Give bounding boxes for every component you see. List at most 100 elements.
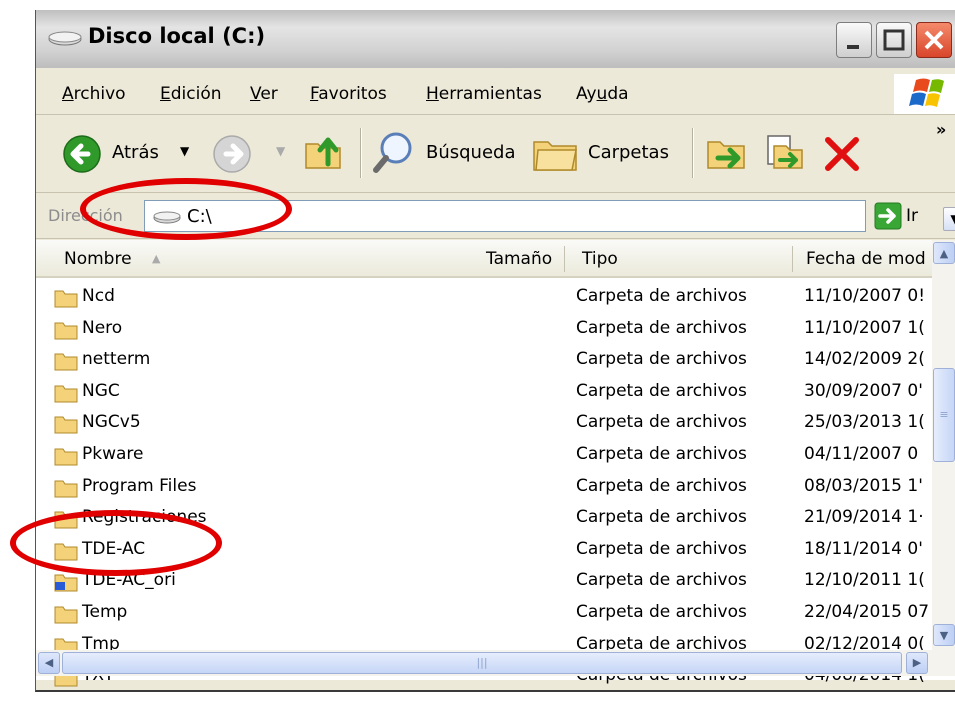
scroll-down-button[interactable]: ▼ (933, 624, 955, 646)
file-name[interactable]: Temp (82, 602, 127, 622)
file-type: Carpeta de archivos (576, 444, 747, 464)
menu-bar: Archivo Edición Ver Favoritos Herramient… (36, 70, 955, 115)
column-date[interactable]: Fecha de mod (806, 249, 930, 269)
minimize-icon (847, 45, 859, 49)
menu-ver[interactable]: Ver (250, 84, 278, 104)
folder-icon (54, 290, 78, 308)
folder-icon (54, 322, 78, 340)
file-date: 14/02/2009 2( (804, 349, 925, 370)
minimize-button[interactable] (836, 22, 872, 58)
address-input[interactable]: C:\ ▼ (144, 200, 955, 232)
file-name[interactable]: NGC (82, 381, 120, 401)
file-name[interactable]: netterm (82, 349, 150, 369)
file-name[interactable]: Pkware (82, 444, 144, 464)
forward-dropdown-icon[interactable]: ▼ (276, 144, 285, 158)
go-button-label[interactable]: Ir (906, 206, 918, 226)
toolbar-separator (692, 128, 694, 178)
file-name[interactable]: Registraciones (82, 507, 207, 527)
folder-icon (54, 543, 78, 561)
toolbar-overflow-chevron[interactable]: » (936, 120, 946, 139)
file-type: Carpeta de archivos (576, 380, 747, 401)
column-type[interactable]: Tipo (582, 249, 618, 269)
folder-icon (54, 511, 78, 529)
back-arrow-icon[interactable] (62, 134, 102, 174)
file-type: Carpeta de archivos (576, 475, 747, 496)
file-date: 22/04/2015 07 (804, 602, 930, 622)
scroll-up-button[interactable]: ▲ (933, 242, 955, 264)
file-name[interactable]: TDE-AC_ori (82, 570, 176, 590)
file-date: 12/10/2011 1( (804, 570, 925, 591)
file-type: Carpeta de archivos (576, 570, 747, 591)
sort-ascending-icon: ▲ (152, 252, 161, 265)
folder-shortcut-icon (54, 574, 78, 592)
file-row[interactable]: Program Files Carpeta de archivos 08/03/20… (36, 472, 932, 504)
toolbar-separator (360, 128, 362, 178)
column-divider[interactable] (564, 246, 565, 272)
file-type: Carpeta de archivos (576, 602, 747, 622)
scroll-thumb[interactable]: ≡ (933, 368, 955, 462)
scroll-left-button[interactable]: ◀ (38, 652, 60, 674)
file-row[interactable]: TDE-AC_ori Carpeta de archivos 12/10/2011 … (36, 566, 932, 598)
close-button[interactable] (916, 22, 952, 58)
file-row[interactable]: Pkware Carpeta de archivos 04/11/2007 0 (36, 440, 932, 472)
file-name[interactable]: Program Files (82, 476, 196, 496)
toolbar: Atrás ▼ ▼ Búsqueda Carpetas » (36, 116, 955, 193)
file-row[interactable]: TDE-AC Carpeta de archivos 18/11/2014 0' (36, 535, 932, 567)
file-row[interactable]: NGCv5 Carpeta de archivos 25/03/2013 1( (36, 408, 932, 440)
column-name[interactable]: Nombre (64, 249, 132, 269)
menu-herramientas[interactable]: Herramientas (426, 84, 542, 104)
file-date: 30/09/2007 0' (804, 380, 923, 401)
close-icon (924, 30, 944, 50)
folder-icon (54, 416, 78, 434)
scroll-right-button[interactable]: ▶ (906, 652, 928, 674)
file-row[interactable]: NGC Carpeta de archivos 30/09/2007 0' (36, 377, 932, 409)
file-date: 25/03/2013 1( (804, 412, 925, 433)
file-type: Carpeta de archivos (576, 349, 747, 370)
file-row[interactable]: Nero Carpeta de archivos 11/10/2007 1( (36, 314, 932, 346)
file-row[interactable]: Temp Carpeta de archivos 22/04/2015 07 (36, 598, 932, 630)
window-title: Disco local (C:) (88, 24, 266, 48)
file-row[interactable]: Registraciones Carpeta de archivos 21/09/2… (36, 503, 932, 535)
vertical-scrollbar[interactable]: ▲ ≡ ▼ (932, 240, 955, 650)
file-name[interactable]: Ncd (82, 286, 115, 306)
file-type: Carpeta de archivos (576, 286, 747, 306)
menu-edicion[interactable]: Edición (160, 84, 222, 104)
title-bar[interactable]: Disco local (C:) (36, 10, 955, 68)
file-type: Carpeta de archivos (576, 507, 747, 528)
column-divider[interactable] (792, 246, 793, 272)
file-row[interactable]: netterm Carpeta de archivos 14/02/2009 2( (36, 345, 932, 377)
horizontal-scrollbar[interactable]: ◀ ||| ▶ (36, 650, 955, 676)
file-name[interactable]: Nero (82, 318, 122, 338)
column-size[interactable]: Tamaño (486, 249, 552, 269)
folders-icon[interactable] (532, 132, 580, 174)
file-name[interactable]: TDE-AC (82, 539, 145, 559)
file-date: 11/10/2007 0! (804, 286, 926, 306)
horizontal-scroll-thumb[interactable]: ||| (62, 652, 902, 674)
file-date: 18/11/2014 0' (804, 538, 923, 559)
back-dropdown-icon[interactable]: ▼ (180, 144, 189, 158)
folder-icon (54, 480, 78, 498)
up-folder-icon[interactable] (302, 130, 346, 174)
address-label: Dirección (48, 206, 123, 225)
copy-to-icon[interactable] (762, 130, 806, 174)
menu-archivo[interactable]: Archivo (62, 84, 126, 104)
menu-favoritos[interactable]: Favoritos (310, 84, 387, 104)
explorer-window: Disco local (C:) Archivo Edición Ver Fav… (35, 10, 955, 692)
file-name[interactable]: NGCv5 (82, 412, 141, 432)
file-type: Carpeta de archivos (576, 412, 747, 433)
maximize-button[interactable] (876, 22, 912, 58)
address-dropdown-icon[interactable]: ▼ (943, 207, 955, 231)
folders-button-label[interactable]: Carpetas (588, 142, 669, 163)
go-arrow-icon[interactable] (874, 202, 902, 230)
search-button-label[interactable]: Búsqueda (426, 142, 516, 163)
file-type: Carpeta de archivos (576, 538, 747, 559)
move-to-icon[interactable] (704, 130, 748, 174)
delete-icon[interactable] (822, 134, 862, 174)
forward-arrow-icon[interactable] (212, 134, 252, 174)
back-button-label[interactable]: Atrás (112, 142, 159, 163)
column-header: Nombre ▲ Tamaño Tipo Fecha de mod (36, 240, 932, 278)
drive-icon (48, 31, 82, 46)
menu-ayuda[interactable]: Ayuda (576, 84, 629, 104)
file-row[interactable]: Ncd Carpeta de archivos 11/10/2007 0! (36, 282, 932, 314)
search-icon[interactable] (372, 130, 418, 176)
